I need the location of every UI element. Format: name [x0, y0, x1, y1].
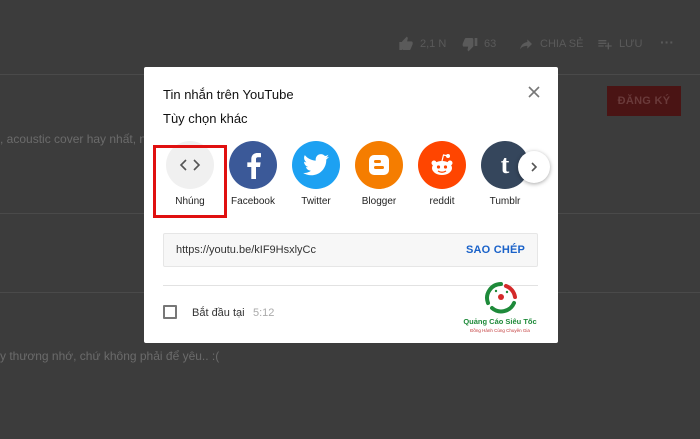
- start-at-time[interactable]: 5:12: [253, 307, 274, 319]
- share-url: https://youtu.be/kIF9HsxlyCc: [176, 244, 316, 256]
- embed-icon: [166, 141, 214, 189]
- watermark-tagline: Đồng Hành Cùng Chuyên Gia: [470, 328, 530, 333]
- watermark-name: Quảng Cáo Siêu Tốc: [463, 317, 537, 326]
- close-icon: [528, 86, 540, 98]
- logo-mark-icon: [485, 282, 517, 314]
- video-actions-bar: 2,1 N 63 CHIA SẺ LƯU ···: [0, 34, 700, 58]
- more-actions-button[interactable]: ···: [660, 34, 674, 50]
- share-label: Twitter: [301, 196, 331, 207]
- start-at-label: Bắt đầu tại: [192, 307, 245, 319]
- like-count: 2,1 N: [420, 38, 447, 50]
- comment-text: y thương nhớ, chứ không phải để yêu.. :(: [0, 349, 220, 363]
- close-button[interactable]: [524, 82, 544, 102]
- dialog-subtitle: Tùy chọn khác: [163, 111, 248, 126]
- watermark-logo: Quảng Cáo Siêu Tốc Đồng Hành Cùng Chuyên…: [452, 281, 548, 337]
- twitter-icon: [292, 141, 340, 189]
- share-embed[interactable]: Nhúng: [158, 141, 222, 207]
- share-facebook[interactable]: Facebook: [221, 141, 285, 207]
- start-at-checkbox[interactable]: [163, 305, 177, 319]
- dislike-count: 63: [484, 38, 497, 50]
- copy-button[interactable]: SAO CHÉP: [466, 244, 525, 256]
- save-button[interactable]: LƯU: [597, 36, 642, 52]
- like-button[interactable]: 2,1 N: [398, 36, 446, 52]
- share-targets: Nhúng Facebook Twitter Blogger reddit t …: [153, 141, 553, 215]
- share-label: Nhúng: [175, 196, 205, 207]
- share-button[interactable]: CHIA SẺ: [518, 36, 583, 52]
- share-label: Tumblr: [489, 196, 521, 207]
- reddit-icon: [418, 141, 466, 189]
- subscribe-button[interactable]: ĐĂNG KÝ: [607, 86, 681, 116]
- share-label: Facebook: [231, 196, 275, 207]
- dialog-title: Tin nhắn trên YouTube: [163, 87, 294, 102]
- blogger-icon: [355, 141, 403, 189]
- playlist-add-icon: [598, 40, 612, 50]
- share-blogger[interactable]: Blogger: [347, 141, 411, 207]
- share-label: reddit: [429, 196, 455, 207]
- save-label: LƯU: [619, 38, 643, 50]
- share-arrow-icon: [520, 39, 532, 50]
- share-twitter[interactable]: Twitter: [284, 141, 348, 207]
- share-reddit[interactable]: reddit: [410, 141, 474, 207]
- dislike-button[interactable]: 63: [462, 36, 496, 52]
- thumbs-down-icon: [462, 38, 478, 52]
- share-dialog: Tin nhắn trên YouTube Tùy chọn khác Nhún…: [144, 67, 558, 343]
- share-label: CHIA SẺ: [540, 38, 584, 50]
- thumbs-up-icon: [399, 36, 413, 50]
- next-share-button[interactable]: [518, 151, 550, 183]
- video-description: , acoustic cover hay nhất, nh: [0, 132, 153, 146]
- share-url-field[interactable]: https://youtu.be/kIF9HsxlyCc SAO CHÉP: [163, 233, 538, 267]
- more-icon: ···: [660, 34, 674, 50]
- facebook-icon: [229, 141, 277, 189]
- chevron-right-icon: [531, 162, 538, 172]
- share-label: Blogger: [361, 196, 397, 207]
